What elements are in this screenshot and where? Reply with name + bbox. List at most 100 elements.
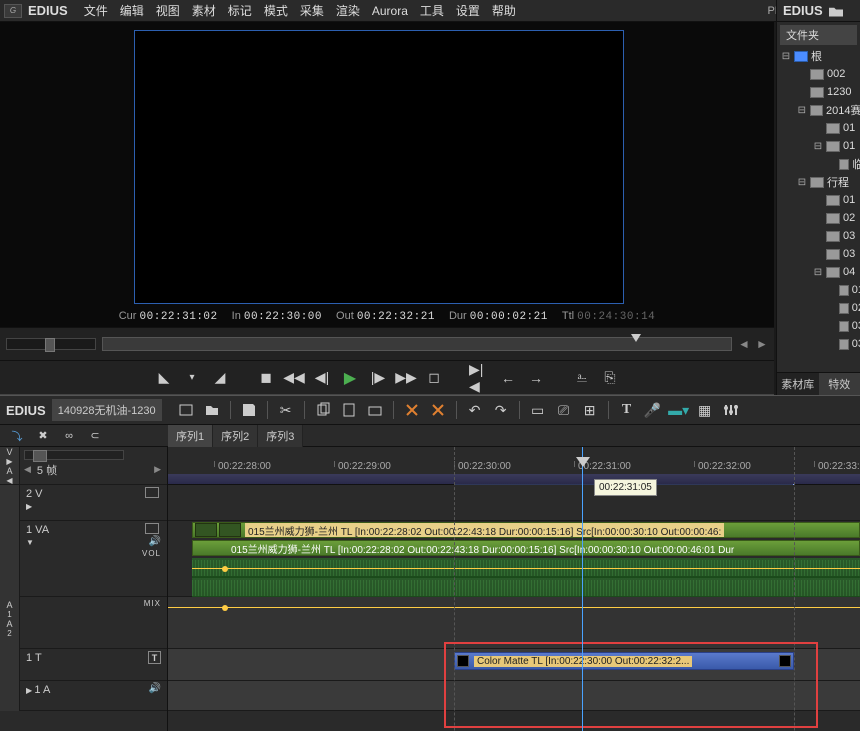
tree-item[interactable]: 临	[852, 156, 860, 172]
waveform[interactable]	[192, 578, 860, 598]
time-ruler[interactable]: 00:22:28:00 00:22:29:00 00:22:30:00 00:2…	[168, 447, 860, 485]
overwrite-button[interactable]: ⎘	[599, 367, 621, 389]
magnet-icon[interactable]: ⊂	[86, 428, 104, 444]
render-icon[interactable]: ▬▾	[669, 400, 689, 420]
tree-item[interactable]: 01	[843, 140, 855, 152]
rewind-button[interactable]: ◀◀	[283, 367, 305, 389]
delete-gap-icon[interactable]	[428, 400, 448, 420]
track-1va-lane[interactable]: 015兰州威力狮-兰州 TL [In:00:22:28:02 Out:00:22…	[168, 521, 860, 597]
goto-in-icon[interactable]: ←	[497, 367, 519, 389]
sequence-tab-3[interactable]: 序列3	[258, 425, 303, 447]
title-track-icon[interactable]: T	[148, 651, 161, 664]
ripple-delete-icon[interactable]	[402, 400, 422, 420]
group-icon[interactable]: ▭	[528, 400, 548, 420]
scrub-prev-icon[interactable]: ◄	[738, 337, 750, 351]
track-1t-label[interactable]: 1 T	[26, 652, 42, 664]
settings-icon[interactable]	[721, 400, 741, 420]
zoom-in-icon[interactable]: ▶	[154, 464, 161, 474]
tree-item[interactable]: 03	[852, 320, 860, 332]
tree-item[interactable]: 01	[843, 122, 855, 134]
in-point-line[interactable]	[454, 447, 455, 731]
cut-icon[interactable]: ✂	[276, 400, 296, 420]
link-icon[interactable]: ⎚	[554, 400, 574, 420]
menu-tools[interactable]: 工具	[414, 0, 450, 21]
menu-render[interactable]: 渲染	[330, 0, 366, 21]
track-2v-lane[interactable]	[168, 485, 860, 521]
speed-slider[interactable]	[6, 338, 96, 350]
tree-item[interactable]: 行程	[827, 174, 849, 190]
title-clip[interactable]: Color Matte TL [In:00:22:30:00 Out:00:22…	[454, 652, 794, 670]
menu-mode[interactable]: 模式	[258, 0, 294, 21]
title-icon[interactable]: T	[617, 400, 637, 420]
step-back-button[interactable]: ◀|	[311, 367, 333, 389]
tree-item[interactable]: 002	[827, 68, 845, 80]
menu-settings[interactable]: 设置	[450, 0, 486, 21]
menu-clip[interactable]: 素材	[186, 0, 222, 21]
audio-icon[interactable]: 🎤	[643, 400, 663, 420]
open-icon[interactable]	[202, 400, 222, 420]
folder-icon[interactable]	[829, 5, 843, 17]
snap-icon[interactable]: ⊞	[580, 400, 600, 420]
tab-effects[interactable]: 特效	[819, 373, 860, 395]
tree-item[interactable]: 2014赛	[826, 102, 860, 118]
track-1va-label[interactable]: 1 VA	[26, 524, 49, 536]
menu-aurora[interactable]: Aurora	[366, 2, 414, 20]
set-out-icon[interactable]: ◢	[209, 367, 231, 389]
insert-button[interactable]: ⎁	[571, 367, 593, 389]
speaker-icon[interactable]: 🔊	[149, 683, 161, 694]
menu-capture[interactable]: 采集	[294, 0, 330, 21]
tree-item[interactable]: 03	[843, 230, 855, 242]
zoom-slider[interactable]	[24, 450, 124, 460]
tree-root[interactable]: 根	[811, 48, 822, 64]
menu-help[interactable]: 帮助	[486, 0, 522, 21]
tab-asset-library[interactable]: 素材库	[777, 373, 819, 395]
insert-mode-icon[interactable]: ⤵	[8, 428, 26, 444]
timeline-tracks[interactable]: 00:22:28:00 00:22:29:00 00:22:30:00 00:2…	[168, 447, 860, 731]
track-1t-lane[interactable]: Color Matte TL [In:00:22:30:00 Out:00:22…	[168, 649, 860, 681]
waveform[interactable]	[192, 558, 860, 578]
ripple-mode-icon[interactable]: ✖	[34, 428, 52, 444]
scrub-next-icon[interactable]: ►	[756, 337, 768, 351]
tree-item[interactable]: 01	[852, 284, 860, 296]
play-button[interactable]: ▶	[339, 367, 361, 389]
video-clip[interactable]: 015兰州威力狮-兰州 TL [In:00:22:28:02 Out:00:22…	[192, 522, 860, 538]
loop-button[interactable]: ◻	[423, 367, 445, 389]
tree-item[interactable]: 02	[852, 302, 860, 314]
menu-edit[interactable]: 编辑	[114, 0, 150, 21]
fast-fwd-button[interactable]: ▶▶	[395, 367, 417, 389]
track-1a-label[interactable]: 1 A	[34, 684, 50, 696]
undo-icon[interactable]: ↶	[465, 400, 485, 420]
menu-view[interactable]: 视图	[150, 0, 186, 21]
track-patch-icon[interactable]	[145, 523, 159, 534]
project-tab[interactable]: 140928无机油-1230	[52, 399, 162, 421]
set-in-icon[interactable]: ◣	[153, 367, 175, 389]
menu-file[interactable]: 文件	[78, 0, 114, 21]
sequence-tab-2[interactable]: 序列2	[213, 425, 258, 447]
tree-item[interactable]: 1230	[827, 86, 851, 98]
position-slider[interactable]	[102, 337, 732, 351]
layout-icon[interactable]: ▦	[695, 400, 715, 420]
out-point-line[interactable]	[794, 447, 795, 731]
bin-tab-folder[interactable]: 文件夹	[780, 25, 857, 45]
track-2v-label[interactable]: 2 V	[26, 488, 43, 500]
new-sequence-icon[interactable]	[176, 400, 196, 420]
keyframe-icon[interactable]	[222, 566, 228, 572]
track-1a-lane[interactable]	[168, 681, 860, 711]
audio-clip[interactable]: 015兰州威力狮-兰州 TL [In:00:22:28:02 Out:00:22…	[192, 540, 860, 556]
tree-item[interactable]: 02	[843, 212, 855, 224]
tree-item[interactable]: 03	[852, 338, 860, 350]
sequence-tab-1[interactable]: 序列1	[168, 425, 213, 447]
goto-out-icon[interactable]: →	[525, 367, 547, 389]
stop-button[interactable]: ◼	[255, 367, 277, 389]
keyframe-icon[interactable]	[222, 605, 228, 611]
tree-item[interactable]: 04	[843, 266, 855, 278]
copy-icon[interactable]	[313, 400, 333, 420]
speaker-icon[interactable]: 🔊	[149, 536, 161, 547]
preview-canvas[interactable]	[134, 30, 624, 304]
redo-icon[interactable]: ↷	[491, 400, 511, 420]
zoom-out-icon[interactable]: ◀	[24, 464, 31, 475]
tree-item[interactable]: 03	[843, 248, 855, 260]
tree-item[interactable]: 01	[843, 194, 855, 206]
save-icon[interactable]	[239, 400, 259, 420]
marker-small-icon[interactable]: ▾	[181, 367, 203, 389]
